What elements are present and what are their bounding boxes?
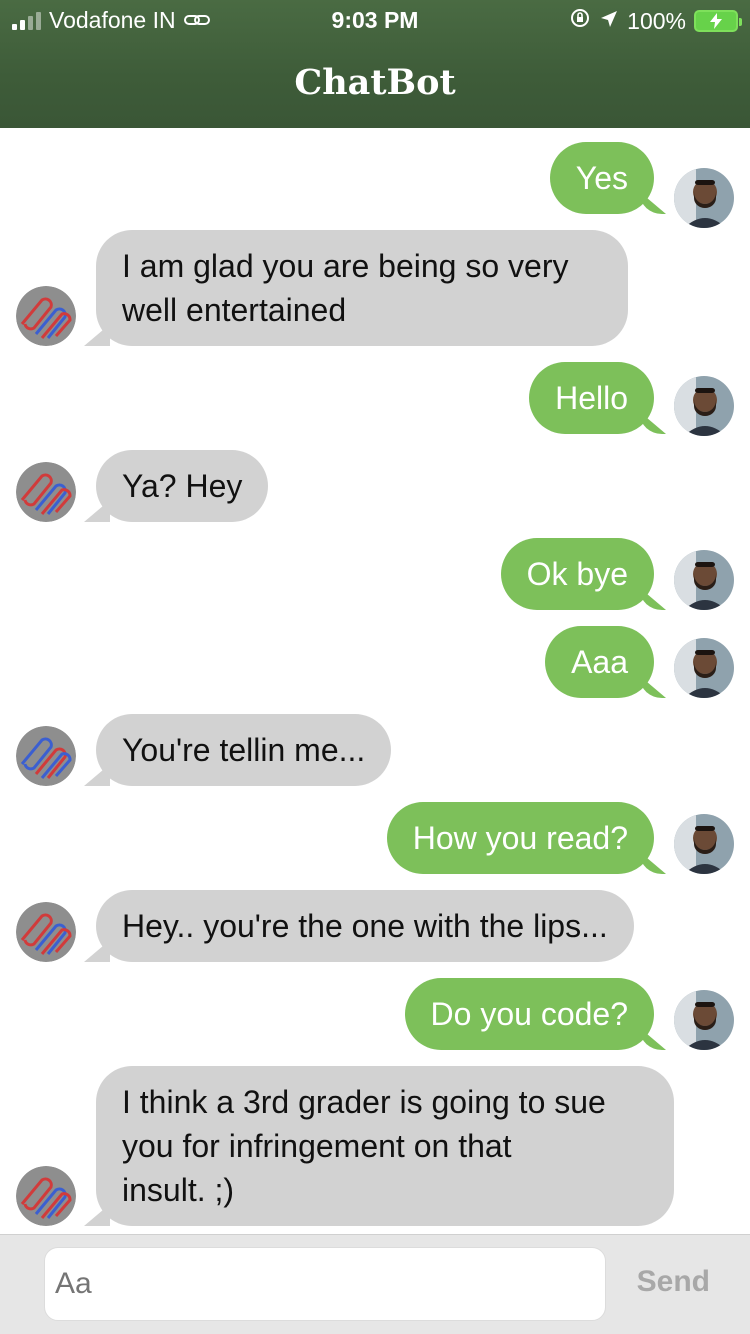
user-avatar xyxy=(674,990,734,1050)
user-avatar xyxy=(674,376,734,436)
message-row: Do you code? xyxy=(0,978,750,1050)
message-line: I am glad you are being so very xyxy=(122,248,569,284)
message-row: I think a 3rd grader is going to sue you… xyxy=(0,1066,750,1226)
status-right: 100% xyxy=(569,7,742,35)
location-arrow-icon xyxy=(599,8,619,35)
message-list[interactable]: Yes I am glad you are being so very well… xyxy=(0,128,750,1234)
message-row: Hey.. you're the one with the lips... xyxy=(0,890,750,962)
message-row: I am glad you are being so very well ent… xyxy=(0,230,750,346)
message-row: You're tellin me... xyxy=(0,714,750,786)
message-line: I think a 3rd grader is going to sue xyxy=(122,1084,606,1120)
bot-bubble: Ya? Hey xyxy=(96,450,269,522)
send-button[interactable]: Send xyxy=(637,1265,710,1299)
user-avatar xyxy=(674,638,734,698)
bot-avatar xyxy=(16,726,76,786)
page-title: ChatBot xyxy=(294,62,456,103)
bot-bubble: I think a 3rd grader is going to sue you… xyxy=(96,1066,674,1226)
status-bar: Vodafone IN 9:03 PM 100% xyxy=(0,0,750,40)
message-row: Hello xyxy=(0,362,750,436)
user-bubble: Do you code? xyxy=(404,978,654,1050)
bot-avatar xyxy=(16,1166,76,1226)
message-row: How you read? xyxy=(0,802,750,874)
user-avatar xyxy=(674,814,734,874)
battery-icon xyxy=(694,10,742,32)
user-avatar xyxy=(674,550,734,610)
composer-bar: Send xyxy=(0,1234,750,1334)
bot-avatar xyxy=(16,286,76,346)
orientation-lock-icon xyxy=(569,7,591,35)
message-row: Ok bye xyxy=(0,538,750,610)
battery-percent: 100% xyxy=(627,7,686,34)
bot-bubble: You're tellin me... xyxy=(96,714,392,786)
message-line: insult. ;) xyxy=(122,1172,235,1208)
user-avatar xyxy=(674,168,734,228)
bot-avatar xyxy=(16,462,76,522)
bot-bubble: I am glad you are being so very well ent… xyxy=(96,230,628,346)
message-input[interactable] xyxy=(44,1247,606,1321)
user-bubble: Aaa xyxy=(545,626,654,698)
user-bubble: Hello xyxy=(529,362,654,434)
user-bubble: Ok bye xyxy=(500,538,654,610)
bot-bubble: Hey.. you're the one with the lips... xyxy=(96,890,634,962)
message-line: well entertained xyxy=(122,292,347,328)
message-line: you for infringement on that xyxy=(122,1128,512,1164)
bot-avatar xyxy=(16,902,76,962)
user-bubble: How you read? xyxy=(386,802,654,874)
user-bubble: Yes xyxy=(549,142,654,214)
message-row: Yes xyxy=(0,142,750,228)
message-row: Aaa xyxy=(0,626,750,698)
message-row: Ya? Hey xyxy=(0,450,750,522)
app-header: Vodafone IN 9:03 PM 100% ChatBot xyxy=(0,0,750,128)
